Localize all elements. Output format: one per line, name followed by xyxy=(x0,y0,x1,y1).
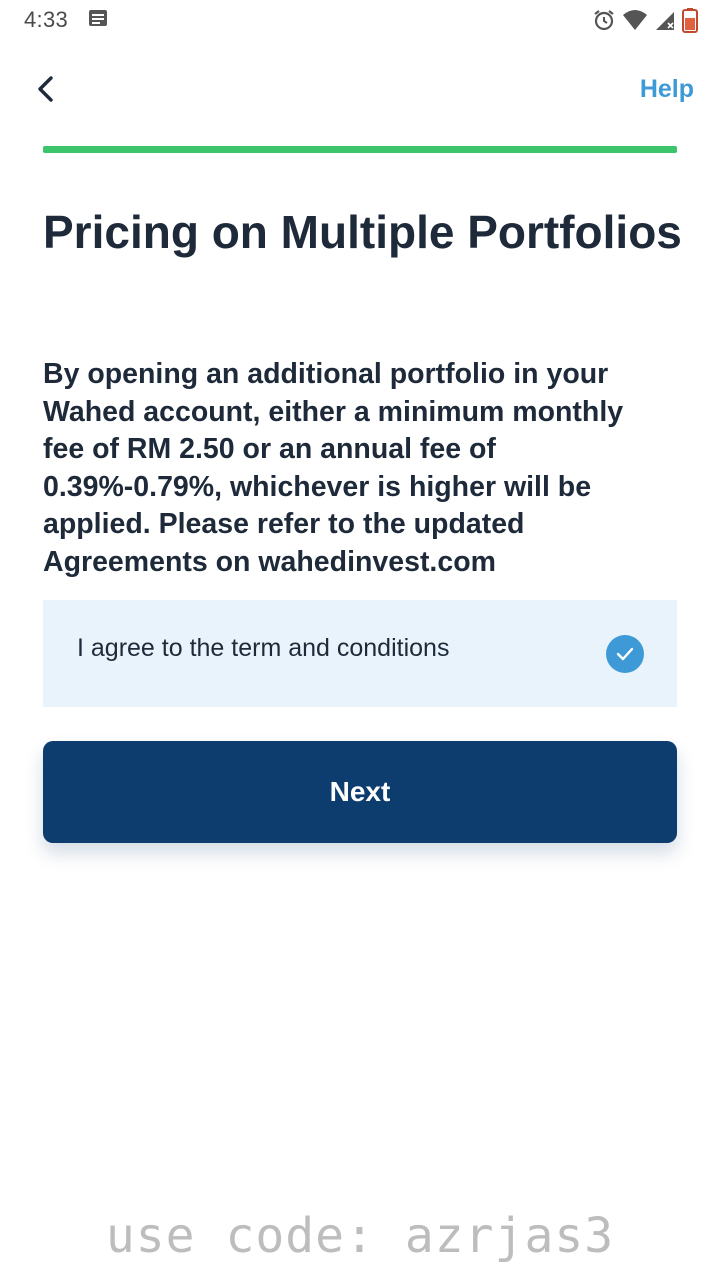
next-button[interactable]: Next xyxy=(43,741,677,843)
progress-fill xyxy=(43,146,677,153)
status-bar: 4:33 xyxy=(0,0,720,40)
battery-icon xyxy=(682,7,698,33)
watermark-text: use code: azrjas3 xyxy=(105,1208,615,1264)
signal-icon xyxy=(654,9,676,31)
chevron-left-icon xyxy=(38,76,53,102)
status-time: 4:33 xyxy=(24,7,69,32)
screen: 4:33 Help Pricing on Multiple Portfolios… xyxy=(0,0,720,1280)
app-bar: Help xyxy=(0,60,720,120)
status-left: 4:33 xyxy=(24,7,108,33)
help-link[interactable]: Help xyxy=(640,75,694,104)
page-title: Pricing on Multiple Portfolios xyxy=(43,206,682,258)
wifi-icon xyxy=(622,9,648,31)
agreement-checkbox-row[interactable]: I agree to the term and conditions xyxy=(43,600,677,707)
alarm-icon xyxy=(592,8,616,32)
message-icon xyxy=(88,9,108,32)
progress-bar xyxy=(43,146,677,153)
agreement-label: I agree to the term and conditions xyxy=(77,634,450,662)
check-circle-icon[interactable] xyxy=(606,634,644,673)
page-description: By opening an additional portfolio in yo… xyxy=(43,358,624,578)
status-right xyxy=(592,7,698,33)
back-button[interactable] xyxy=(28,70,62,108)
